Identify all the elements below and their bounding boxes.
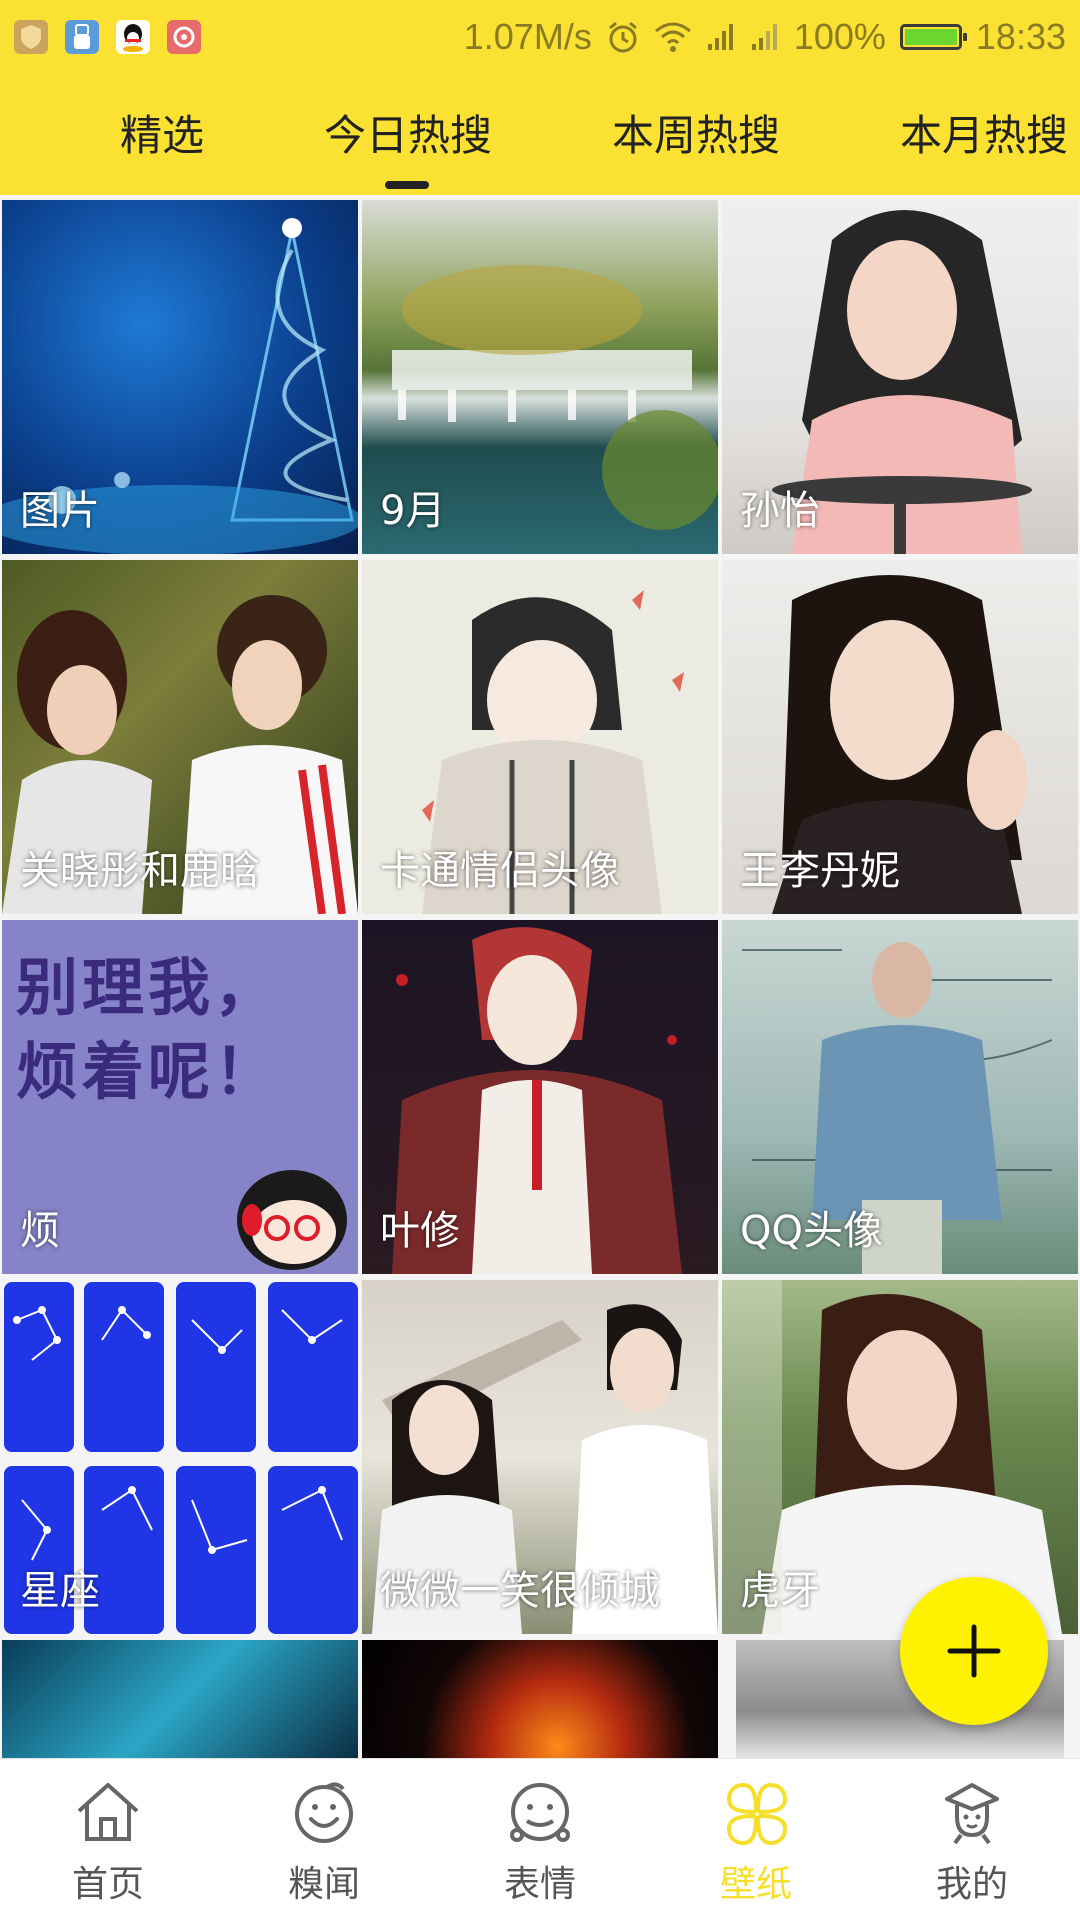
wallpaper-tile[interactable]: 虎牙 (722, 1280, 1078, 1634)
nav-emoji[interactable]: 表情 (432, 1759, 648, 1921)
wallpaper-tile[interactable]: 别理我， 烦着呢！ 烦 (2, 920, 358, 1274)
wallpaper-tile[interactable]: 9月 (362, 200, 718, 554)
wallpaper-tile[interactable]: 关晓彤和鹿晗 (2, 560, 358, 914)
clock: 18:33 (975, 16, 1066, 57)
tile-label: 虎牙 (740, 1568, 820, 1614)
category-tabs: 精选 今日热搜 本周热搜 本月热搜 (0, 74, 1080, 195)
wallpaper-tile[interactable]: 星座 (2, 1280, 358, 1634)
nav-wallpaper[interactable]: 壁纸 (648, 1759, 864, 1921)
network-speed: 1.07M/s (463, 16, 592, 57)
camera-app-icon (167, 20, 201, 54)
usb-app-icon (65, 20, 99, 54)
status-bar: 1.07M/s 100% 18:33 (0, 0, 1080, 74)
battery-icon (899, 24, 967, 50)
tab-indicator (385, 181, 429, 189)
wallpaper-tile[interactable]: 微微一笑很倾城 (362, 1280, 718, 1634)
profile-icon (945, 1783, 999, 1845)
tab-month-hot[interactable]: 本月热搜 (900, 102, 1068, 163)
home-icon (77, 1783, 139, 1841)
wallpaper-tile[interactable]: 王李丹妮 (722, 560, 1078, 914)
tile-label: 微微一笑很倾城 (380, 1568, 660, 1614)
signal-icon-2 (751, 24, 777, 50)
wallpaper-tile[interactable] (362, 1640, 718, 1758)
nav-label: 糗闻 (287, 1864, 360, 1905)
tab-today-hot[interactable]: 今日热搜 (324, 102, 492, 163)
tile-label: 星座 (20, 1568, 100, 1614)
qq-app-icon (116, 20, 150, 54)
tile-label: 图片 (20, 488, 100, 534)
wallpaper-tile[interactable]: 图片 (2, 200, 358, 554)
emoji-face-icon (510, 1783, 570, 1842)
tile-label: 孙怡 (740, 488, 820, 534)
add-fab-button[interactable] (900, 1577, 1048, 1725)
tile-label: 卡通情侣头像 (380, 848, 620, 894)
bottom-navigation: 首页 糗闻 表情 壁纸 我的 (0, 1758, 1080, 1921)
wallpaper-tile[interactable]: 叶修 (362, 920, 718, 1274)
wallpaper-tile[interactable]: 卡通情侣头像 (362, 560, 718, 914)
shield-app-icon (14, 20, 48, 54)
nav-home[interactable]: 首页 (0, 1759, 216, 1921)
wallpaper-grid: 图片 9月 孙怡 关晓彤和鹿晗 卡通情侣头像 王李丹妮 别理我， 烦着呢！ 烦 … (0, 198, 1080, 1758)
tile-label: 叶修 (380, 1208, 460, 1254)
wallpaper-tile[interactable] (2, 1640, 358, 1758)
top-bar: 1.07M/s 100% 18:33 精选 今日热搜 本周热搜 本月热搜 (0, 0, 1080, 195)
tab-week-hot[interactable]: 本周热搜 (612, 102, 780, 163)
tile-label: 9月 (380, 488, 446, 534)
nav-profile[interactable]: 我的 (864, 1759, 1080, 1921)
plus-icon (947, 1624, 1001, 1678)
tab-featured[interactable]: 精选 (120, 102, 204, 163)
nav-label: 表情 (503, 1864, 576, 1905)
smile-face-icon (295, 1782, 353, 1843)
tile-label: 关晓彤和鹿晗 (20, 848, 260, 894)
signal-icon (707, 24, 733, 50)
system-status: 1.07M/s 100% 18:33 (464, 16, 1066, 58)
tile-label: 王李丹妮 (740, 848, 900, 894)
wallpaper-tile[interactable]: QQ头像 (722, 920, 1078, 1274)
alarm-icon (608, 21, 637, 53)
tile-label: QQ头像 (740, 1208, 883, 1254)
wifi-icon (654, 22, 691, 52)
nav-label: 首页 (71, 1864, 144, 1905)
nav-funny-news[interactable]: 糗闻 (216, 1759, 432, 1921)
nav-label: 壁纸 (719, 1864, 792, 1905)
wallpaper-tile[interactable]: 孙怡 (722, 200, 1078, 554)
clover-icon (726, 1782, 788, 1846)
tile-label: 烦 (20, 1208, 60, 1254)
battery-percent: 100% (793, 16, 886, 57)
nav-label: 我的 (935, 1864, 1008, 1905)
notification-icons (14, 20, 201, 54)
